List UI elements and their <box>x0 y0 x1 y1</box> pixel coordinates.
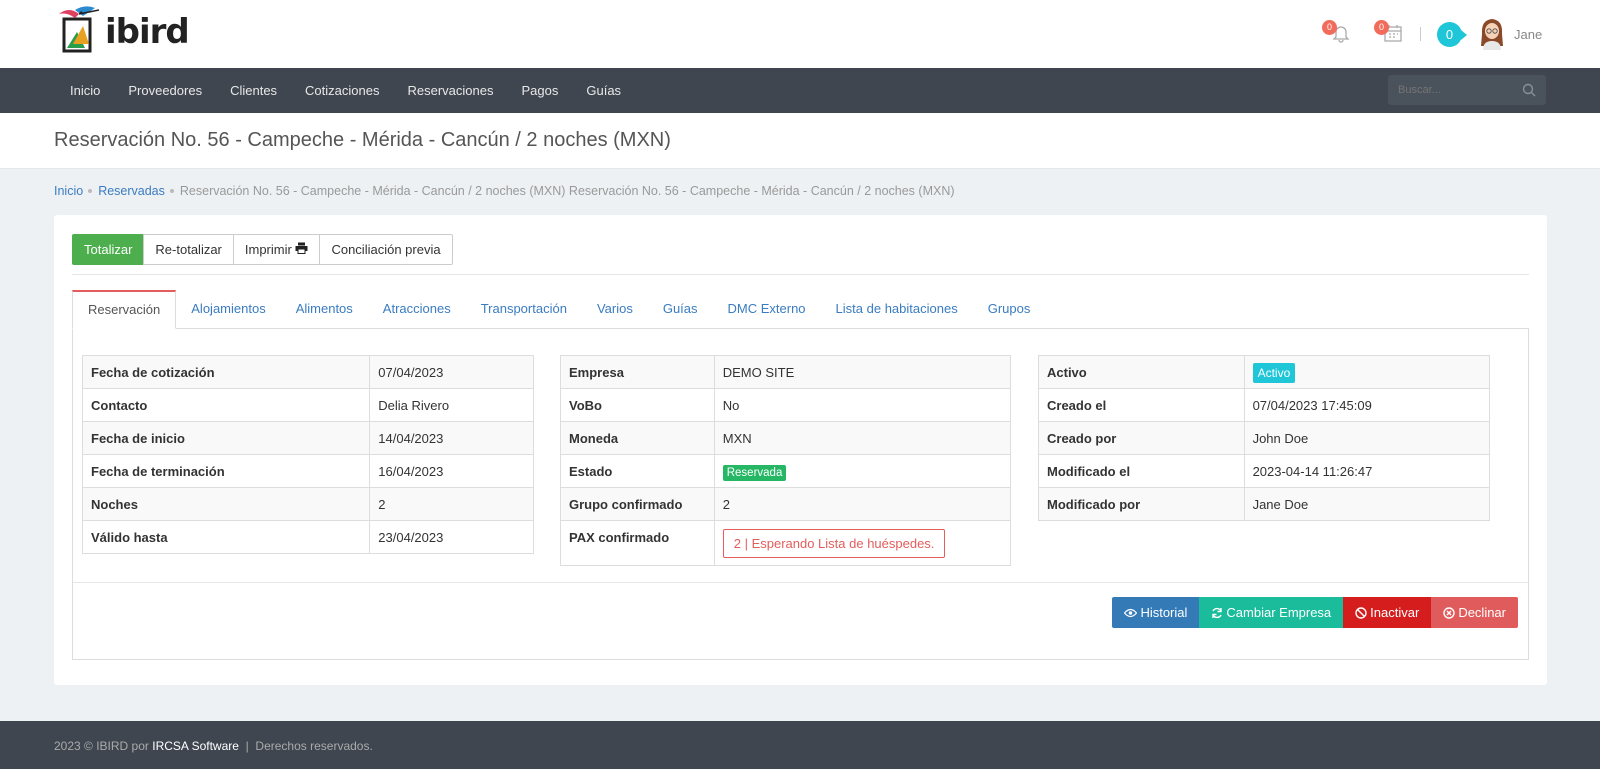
tab-reservacion[interactable]: Reservación <box>72 290 177 329</box>
breadcrumb-reservadas[interactable]: Reservadas <box>98 184 165 198</box>
table-row: Noches 2 <box>81 487 534 521</box>
historial-button[interactable]: Historial <box>1112 597 1200 628</box>
table-row: Válido hasta 23/04/2023 <box>81 520 534 554</box>
notifications-button[interactable]: 0 <box>1322 20 1354 44</box>
table-row: Grupo confirmado 2 <box>560 487 1012 521</box>
tab-panel-reservacion: Fecha de cotización 07/04/2023 Contacto De… <box>72 329 1529 660</box>
toolbar: Totalizar Re-totalizar Imprimir Concilia… <box>72 234 453 265</box>
printer-icon <box>295 242 308 254</box>
search-box <box>1388 75 1546 105</box>
imprimir-label: Imprimir <box>244 242 292 257</box>
main-navbar: Inicio Proveedores Clientes Cotizaciones… <box>0 68 1600 113</box>
page-title: Reservación No. 56 - Campeche - Mérida -… <box>54 129 671 151</box>
footer-copyright: 2023 © IBIRD por <box>54 739 149 753</box>
nav-item-clientes[interactable]: Clientes <box>216 83 291 98</box>
nav-item-guias[interactable]: Guías <box>572 83 635 98</box>
search-icon[interactable] <box>1522 83 1536 97</box>
table-row: PAX confirmado 2 | Esperando Lista de hué… <box>560 520 1012 566</box>
table-row: Moneda MXN <box>560 421 1012 455</box>
action-buttons: Historial Cambiar Empresa Inactivar Decl… <box>1112 597 1518 628</box>
tab-transportacion[interactable]: Transportación <box>466 290 582 328</box>
pax-status-box: 2 | Esperando Lista de huéspedes. <box>722 528 946 558</box>
calendar-badge: 0 <box>1374 20 1389 35</box>
eye-icon <box>1124 608 1138 617</box>
hummingbird-logo-icon <box>59 6 100 53</box>
table-row: Modificado el 2023-04-14 11:26:47 <box>1038 454 1491 488</box>
breadcrumb-current: Reservación No. 56 - Campeche - Mérida -… <box>179 184 955 198</box>
table-row: Fecha de inicio 14/04/2023 <box>81 421 534 455</box>
conciliacion-button[interactable]: Conciliación previa <box>319 234 453 265</box>
reservation-audit-table: Activo Activo Creado el 07/04/2023 17:45:0… <box>1038 355 1491 521</box>
user-count-badge[interactable]: 0 <box>1437 22 1467 47</box>
breadcrumb: Inicio Reservadas Reservación No. 56 - Cam… <box>54 184 955 198</box>
ban-icon <box>1355 606 1367 619</box>
search-input[interactable] <box>1388 75 1508 105</box>
inactivar-button[interactable]: Inactivar <box>1343 597 1432 628</box>
totalizar-button[interactable]: Totalizar <box>72 234 145 265</box>
footer-rights: Derechos reservados. <box>255 739 373 753</box>
retotalizar-button[interactable]: Re-totalizar <box>143 234 234 265</box>
cambiar-empresa-label: Cambiar Empresa <box>1226 605 1332 620</box>
nav-item-inicio[interactable]: Inicio <box>56 83 114 98</box>
active-badge: Activo <box>1252 362 1296 383</box>
nav-item-reservaciones[interactable]: Reservaciones <box>393 83 507 98</box>
top-header: ibird 0 0 0 Jane <box>0 0 1600 68</box>
table-row: Creado por John Doe <box>1038 421 1491 455</box>
tab-alimentos[interactable]: Alimentos <box>281 290 368 328</box>
refresh-icon <box>1212 607 1223 618</box>
reservation-dates-table: Fecha de cotización 07/04/2023 Contacto De… <box>81 355 534 554</box>
table-row: Empresa DEMO SITE <box>560 355 1012 389</box>
historial-label: Historial <box>1140 605 1188 620</box>
tab-grupos[interactable]: Grupos <box>973 290 1046 328</box>
nav-item-pagos[interactable]: Pagos <box>507 83 572 98</box>
imprimir-button[interactable]: Imprimir <box>232 234 321 265</box>
table-row: Estado Reservada <box>560 454 1012 488</box>
table-row: Contacto Delia Rivero <box>81 388 534 422</box>
header-divider <box>1420 27 1421 41</box>
app-logo[interactable]: ibird <box>55 4 190 54</box>
user-name[interactable]: Jane <box>1514 27 1542 42</box>
tab-varios[interactable]: Varios <box>582 290 648 328</box>
nav-item-proveedores[interactable]: Proveedores <box>114 83 216 98</box>
table-row: Modificado por Jane Doe <box>1038 487 1491 521</box>
inactivar-label: Inactivar <box>1370 605 1420 620</box>
cambiar-empresa-button[interactable]: Cambiar Empresa <box>1199 597 1344 628</box>
table-row: Fecha de cotización 07/04/2023 <box>81 355 534 389</box>
tab-lista-habitaciones[interactable]: Lista de habitaciones <box>821 290 973 328</box>
status-badge: Reservada <box>722 464 787 481</box>
table-row: VoBo No <box>560 388 1012 422</box>
table-row: Fecha de terminación 16/04/2023 <box>81 454 534 488</box>
reservation-company-table: Empresa DEMO SITE VoBo No Moneda MXN Estado… <box>560 355 1012 566</box>
reservation-card: Totalizar Re-totalizar Imprimir Concilia… <box>54 215 1547 685</box>
close-circle-icon <box>1443 606 1456 619</box>
breadcrumb-inicio[interactable]: Inicio <box>54 184 83 198</box>
table-row: Creado el 07/04/2023 17:45:09 <box>1038 388 1491 422</box>
page-title-bar: Reservación No. 56 - Campeche - Mérida -… <box>0 113 1600 169</box>
footer-separator: | <box>245 739 249 753</box>
notifications-badge: 0 <box>1322 20 1337 35</box>
declinar-button[interactable]: Declinar <box>1431 597 1518 628</box>
tab-atracciones[interactable]: Atracciones <box>368 290 466 328</box>
declinar-label: Declinar <box>1458 605 1506 620</box>
footer-company-link[interactable]: IRCSA Software <box>152 739 239 753</box>
logo-text: ibird <box>105 12 190 52</box>
tab-bar: Reservación Alojamientos Alimentos Atrac… <box>72 290 1529 329</box>
tab-guias[interactable]: Guías <box>648 290 713 328</box>
user-avatar-icon[interactable] <box>1477 16 1507 50</box>
tab-alojamientos[interactable]: Alojamientos <box>176 290 280 328</box>
calendar-button[interactable]: 0 <box>1374 20 1406 44</box>
nav-item-cotizaciones[interactable]: Cotizaciones <box>291 83 393 98</box>
table-row: Activo Activo <box>1038 355 1491 389</box>
tab-dmc-externo[interactable]: DMC Externo <box>713 290 821 328</box>
footer: 2023 © IBIRD por IRCSA Software | Derech… <box>0 721 1600 769</box>
